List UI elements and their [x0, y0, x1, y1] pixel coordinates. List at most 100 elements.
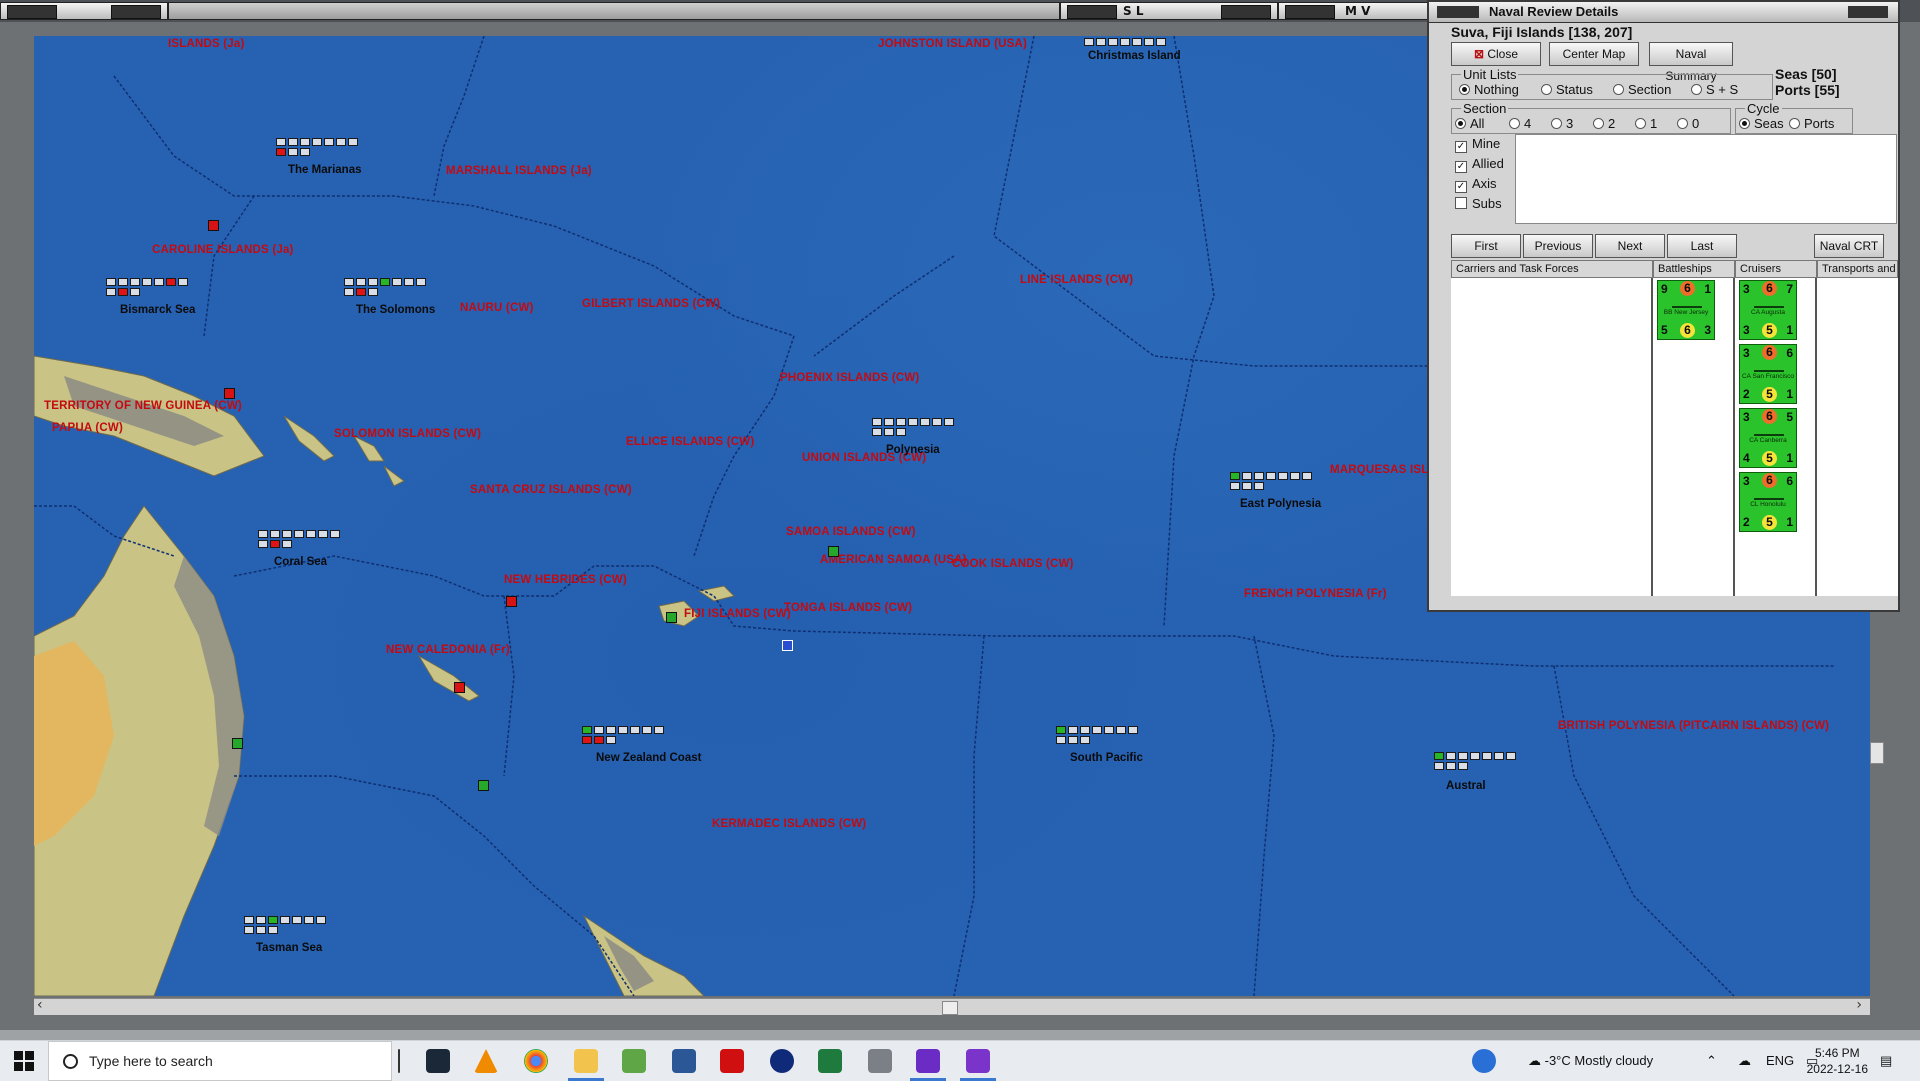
help-icon[interactable]	[1472, 1049, 1496, 1073]
onedrive-icon[interactable]: ☁	[1738, 1041, 1751, 1081]
naval-crt-button[interactable]: Naval CRT	[1814, 234, 1884, 258]
checkbox-mine[interactable]: ✓ Mine	[1455, 136, 1500, 153]
radio-cycle-seas[interactable]: Seas	[1739, 116, 1784, 131]
ship-counter-cl-honolulu[interactable]: 3 6 6 CL Honolulu 2 5 1	[1739, 472, 1797, 532]
checkbox-mine-label: Mine	[1472, 136, 1501, 151]
scroll-thumb[interactable]	[942, 1001, 958, 1015]
close-button[interactable]: ⊠ Close	[1451, 42, 1541, 66]
notification-icon[interactable]: ▤	[1880, 1041, 1892, 1081]
notepad-plus-icon[interactable]	[622, 1049, 646, 1073]
naval-window-menu-button[interactable]	[1437, 6, 1479, 18]
unit-counter-kermadec[interactable]	[478, 780, 489, 791]
radio-s-plus-s[interactable]: S + S	[1691, 82, 1738, 97]
vlc-icon[interactable]	[474, 1049, 498, 1073]
checkbox-subs[interactable]: Subs	[1455, 196, 1502, 211]
unit-counter-samoa[interactable]	[828, 546, 839, 557]
zone-boxes-tasman-sea[interactable]	[244, 916, 334, 934]
game-app-icon[interactable]	[910, 1049, 946, 1081]
chrome-icon[interactable]	[524, 1049, 548, 1073]
weather-widget[interactable]: ☁ -3°C Mostly cloudy	[1528, 1041, 1653, 1081]
windows-start-icon[interactable]	[14, 1051, 34, 1071]
word-icon[interactable]	[672, 1049, 696, 1073]
first-button[interactable]: First	[1451, 234, 1521, 258]
ship-counter-ca-augusta[interactable]: 3 6 7 CA Augusta 3 5 1	[1739, 280, 1797, 340]
language-indicator[interactable]: ENG	[1766, 1041, 1794, 1081]
cruiser-icon	[1754, 301, 1784, 308]
map-window-menu-button[interactable]	[7, 5, 57, 19]
calculator-icon[interactable]	[868, 1049, 892, 1073]
zone-boxes-south-pacific[interactable]	[1056, 726, 1146, 744]
map-horizontal-scrollbar[interactable]: ‹ ›	[34, 997, 1870, 1015]
naval-window-close-button[interactable]	[1848, 6, 1888, 18]
taskbar-clock[interactable]: 5:46 PM 2022-12-16	[1807, 1045, 1868, 1077]
sl-window-menu-button[interactable]	[1067, 5, 1117, 19]
tray-chevron-up-icon[interactable]: ⌃	[1706, 1041, 1717, 1081]
radio-section-0[interactable]: 0	[1677, 116, 1699, 131]
unit-counter-brisbane[interactable]	[232, 738, 243, 749]
unit-counter-new-hebrides[interactable]	[506, 596, 517, 607]
unit-counter-rabaul[interactable]	[224, 388, 235, 399]
map-label-kermadec-islands: KERMADEC ISLANDS (CW)	[712, 818, 867, 830]
naval-summary-button[interactable]: Naval Summary	[1649, 42, 1733, 83]
scroll-right-arrow-icon[interactable]: ›	[1856, 997, 1862, 1013]
radio-section[interactable]: Section	[1613, 82, 1671, 97]
radio-cycle-ports[interactable]: Ports	[1789, 116, 1834, 131]
zone-boxes-solomons[interactable]	[344, 278, 434, 296]
zone-boxes-polynesia[interactable]	[872, 418, 962, 436]
zone-label-east-polynesia: East Polynesia	[1240, 498, 1322, 510]
search-placeholder: Type here to search	[89, 1053, 213, 1069]
last-button[interactable]: Last	[1667, 234, 1737, 258]
zone-boxes-east-polynesia[interactable]	[1230, 472, 1320, 490]
radio-section-3[interactable]: 3	[1551, 116, 1573, 131]
radio-section-all[interactable]: All	[1455, 116, 1484, 131]
zone-boxes-new-zealand-coast[interactable]	[582, 726, 672, 744]
previous-button[interactable]: Previous	[1523, 234, 1593, 258]
checkbox-axis[interactable]: ✓ Axis	[1455, 176, 1497, 193]
netflix-icon[interactable]	[720, 1049, 744, 1073]
game-app-2-icon[interactable]	[960, 1049, 996, 1081]
naval-review-titlebar[interactable]: Naval Review Details	[1429, 2, 1898, 23]
radio-s-plus-s-label: S + S	[1706, 82, 1739, 97]
map-label-new-caledonia: NEW CALEDONIA (Fr)	[386, 644, 510, 656]
radio-section-2[interactable]: 2	[1593, 116, 1615, 131]
radio-cycle-seas-label: Seas	[1754, 116, 1784, 131]
unit-counter-suva[interactable]	[666, 612, 677, 623]
sl-window-close-button[interactable]	[1221, 5, 1271, 19]
radio-section-1-label: 1	[1650, 116, 1658, 131]
ports-count: Ports [55]	[1775, 82, 1840, 98]
disney-plus-icon[interactable]	[770, 1049, 794, 1073]
taskbar-search-box[interactable]: Type here to search	[48, 1041, 392, 1081]
radio-nothing[interactable]: Nothing	[1459, 82, 1519, 97]
steam-icon[interactable]	[426, 1049, 450, 1073]
zone-boxes-christmas-island[interactable]	[1084, 38, 1166, 46]
zone-boxes-coral-sea[interactable]	[258, 530, 348, 548]
zone-boxes-austral[interactable]	[1434, 752, 1524, 770]
ship-counter-bb-new-jersey[interactable]: 9 6 1 BB New Jersey 5 6 3	[1657, 280, 1715, 340]
ship-stat: 5	[1762, 387, 1777, 402]
zone-boxes-bismarck-sea[interactable]	[106, 278, 196, 296]
radio-status[interactable]: Status	[1541, 82, 1593, 97]
zone-boxes-marianas[interactable]	[276, 138, 366, 156]
checkbox-allied[interactable]: ✓ Allied	[1455, 156, 1504, 173]
ship-counter-ca-san-francisco[interactable]: 3 6 6 CA San Francisco 2 5 1	[1739, 344, 1797, 404]
mv-window-titlebar[interactable]: M V	[1278, 2, 1428, 20]
excel-icon[interactable]	[818, 1049, 842, 1073]
unit-counter-tonga[interactable]	[782, 640, 793, 651]
mv-window-menu-button[interactable]	[1285, 5, 1335, 19]
radio-section-4[interactable]: 4	[1509, 116, 1531, 131]
map-window-titlebar[interactable]	[0, 2, 168, 20]
unit-counter-noumea[interactable]	[454, 682, 465, 693]
unit-counter-caroline[interactable]	[208, 220, 219, 231]
sl-window-titlebar[interactable]: S L	[1060, 2, 1278, 20]
file-explorer-icon[interactable]	[568, 1049, 604, 1081]
ship-counter-ca-canberra[interactable]: 3 6 5 CA Canberra 4 5 1	[1739, 408, 1797, 468]
map-vertical-scroll-thumb[interactable]	[1870, 742, 1884, 764]
map-label-phoenix-islands: PHOENIX ISLANDS (CW)	[780, 372, 920, 384]
scroll-left-arrow-icon[interactable]: ‹	[37, 997, 43, 1013]
next-button[interactable]: Next	[1595, 234, 1665, 258]
map-window-minimize-button[interactable]	[111, 5, 161, 19]
task-view-icon[interactable]	[398, 1049, 400, 1073]
zone-label-polynesia: Polynesia	[886, 444, 940, 456]
center-map-button[interactable]: Center Map	[1549, 42, 1639, 66]
radio-section-1[interactable]: 1	[1635, 116, 1657, 131]
